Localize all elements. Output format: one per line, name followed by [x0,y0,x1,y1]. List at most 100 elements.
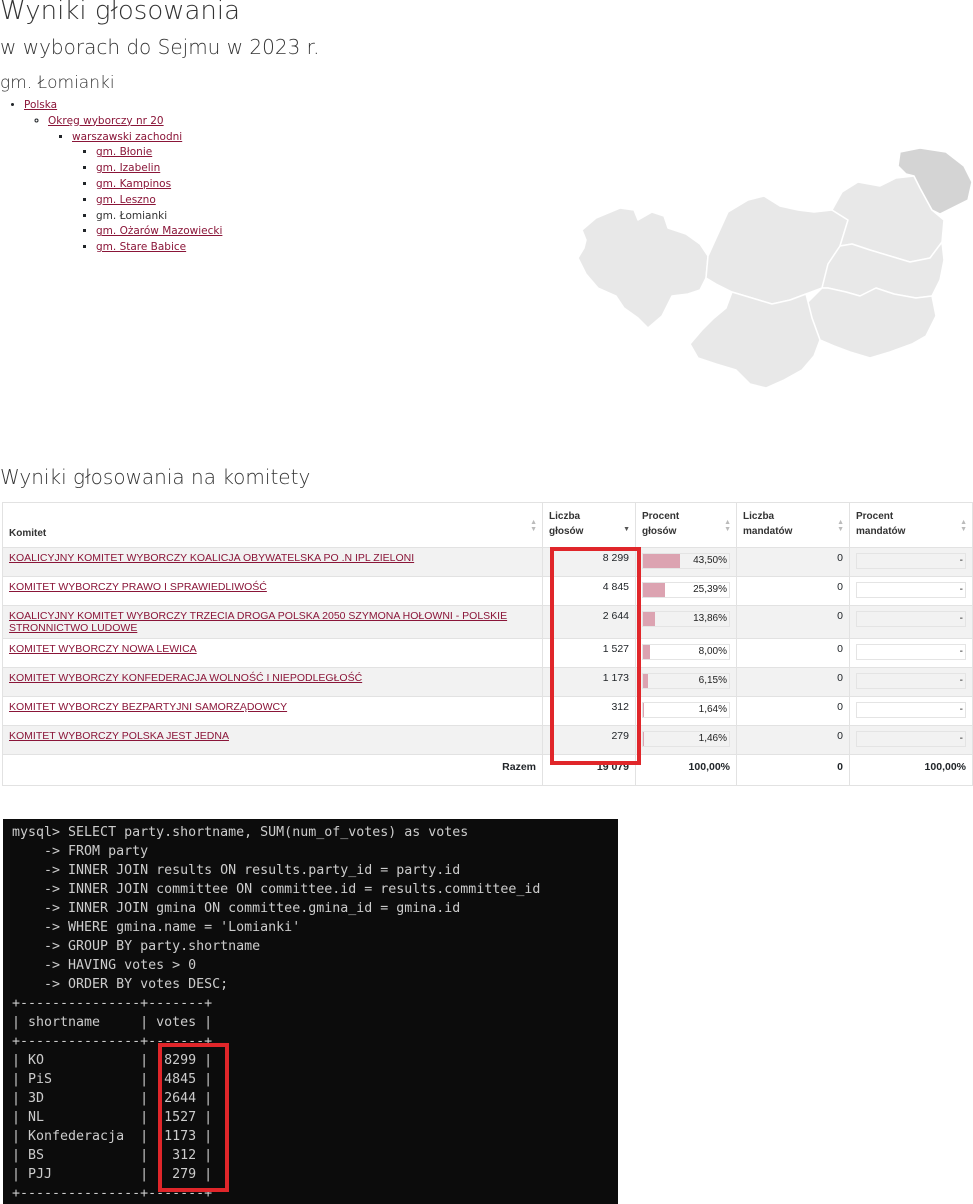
seats-percent-label: - [959,675,963,686]
seats-percent-label: - [959,704,963,715]
percent-cell: 13,86% [635,605,737,639]
gmina-link[interactable]: gm. Ożarów Mazowiecki [96,225,222,237]
seats-cell: 0 [736,696,850,726]
committee-cell: KOMITET WYBORCZY NOWA LEWICA [2,638,543,668]
results-section-title: Wyniki głosowania na komitety [0,465,311,489]
committee-link[interactable]: KOALICYJNY KOMITET WYBORCZY KOALICJA OBY… [9,552,414,564]
committee-cell: KOALICYJNY KOMITET WYBORCZY KOALICJA OBY… [2,547,543,577]
committee-cell: KOMITET WYBORCZY POLSKA JEST JEDNA [2,725,543,755]
percent-label: 13,86% [693,613,727,624]
sort-both-icon: ▲ ▼ [837,519,844,533]
seats-percent-cell: - [849,576,973,606]
col-committee[interactable]: Komitet ▲ ▼ [2,502,543,548]
committee-cell: KOMITET WYBORCZY PRAWO I SPRAWIEDLIWOŚĆ [2,576,543,606]
breadcrumb-county-link[interactable]: warszawski zachodni [72,131,182,143]
percent-bar: 43,50% [642,553,730,569]
seats-percent-cell: - [849,696,973,726]
committee-link[interactable]: KOMITET WYBORCZY NOWA LEWICA [9,643,197,655]
committee-link[interactable]: KOMITET WYBORCZY POLSKA JEST JEDNA [9,730,229,742]
percent-label: 43,50% [693,555,727,566]
gmina-link[interactable]: gm. Stare Babice [96,241,186,253]
table-row: KOMITET WYBORCZY PRAWO I SPRAWIEDLIWOŚĆ 4… [2,576,973,606]
seats-percent-cell: - [849,547,973,577]
seats-percent-label: - [959,584,963,595]
col-votes[interactable]: Liczba głosów ▼ [542,502,636,548]
results-table: Komitet ▲ ▼ Liczba głosów ▼ Procent głosów ▲… [2,502,973,786]
table-row: KOMITET WYBORCZY POLSKA JEST JEDNA 279 1,4… [2,725,973,755]
map-region-blonie[interactable] [577,207,709,329]
page-subtitle: w wyborach do Sejmu w 2023 r. [0,35,320,59]
district-map [577,148,973,389]
sort-both-icon: ▲ ▼ [530,519,537,533]
seats-cell: 0 [736,576,850,606]
gmina-link[interactable]: gm. Leszno [96,194,156,206]
percent-cell: 1,64% [635,696,737,726]
breadcrumb-district-link[interactable]: Okręg wyborczy nr 20 [48,115,164,127]
sort-desc-icon: ▼ [623,526,630,533]
table-row: KOALICYJNY KOMITET WYBORCZY TRZECIA DROG… [2,605,973,639]
percent-cell: 25,39% [635,576,737,606]
seats-percent-bar: - [856,673,966,689]
votes-cell: 8 299 [542,547,636,577]
votes-cell: 2 644 [542,605,636,639]
votes-cell: 279 [542,725,636,755]
seats-percent-label: - [959,555,963,566]
gmina-link[interactable]: gm. Kampinos [96,178,171,190]
percent-bar: 25,39% [642,582,730,598]
gmina-link[interactable]: gm. Błonie [96,146,152,158]
col-seats-percent[interactable]: Procent mandatów ▲ ▼ [849,502,973,548]
seats-percent-bar: - [856,582,966,598]
percent-bar-fill [643,554,681,568]
percent-label: 1,64% [698,704,727,715]
table-row: KOMITET WYBORCZY KONFEDERACJA WOLNOŚĆ I … [2,667,973,697]
total-seats: 0 [736,754,850,786]
percent-bar: 6,15% [642,673,730,689]
votes-cell: 312 [542,696,636,726]
seats-cell: 0 [736,605,850,639]
total-row: Razem 19 079 100,00% 0 100,00% [2,754,973,786]
percent-bar-fill [643,583,665,597]
percent-bar-fill [643,645,650,659]
gmina-link[interactable]: gm. Izabelin [96,162,160,174]
seats-percent-label: - [959,613,963,624]
seats-percent-bar: - [856,644,966,660]
total-percent: 100,00% [635,754,737,786]
seats-cell: 0 [736,547,850,577]
seats-percent-cell: - [849,638,973,668]
col-seats[interactable]: Liczba mandatów ▲ ▼ [736,502,850,548]
table-row: KOALICYJNY KOMITET WYBORCZY KOALICJA OBY… [2,547,973,577]
committee-link[interactable]: KOMITET WYBORCZY BEZPARTYJNI SAMORZĄDOWC… [9,701,287,713]
percent-bar: 1,46% [642,731,730,747]
percent-cell: 8,00% [635,638,737,668]
seats-percent-cell: - [849,667,973,697]
total-label: Razem [2,754,543,786]
percent-label: 25,39% [693,584,727,595]
committee-cell: KOMITET WYBORCZY BEZPARTYJNI SAMORZĄDOWC… [2,696,543,726]
seats-percent-bar: - [856,611,966,627]
sort-both-icon: ▲ ▼ [960,519,967,533]
committee-link[interactable]: KOMITET WYBORCZY PRAWO I SPRAWIEDLIWOŚĆ [9,581,267,593]
seats-cell: 0 [736,667,850,697]
total-seats-percent: 100,00% [849,754,973,786]
seats-percent-bar: - [856,731,966,747]
map-region-stare-babice[interactable] [807,287,937,359]
map-region-ozarow[interactable] [689,291,821,389]
committee-link[interactable]: KOMITET WYBORCZY KONFEDERACJA WOLNOŚĆ I … [9,672,362,684]
votes-cell: 1 173 [542,667,636,697]
votes-cell: 4 845 [542,576,636,606]
committee-cell: KOMITET WYBORCZY KONFEDERACJA WOLNOŚĆ I … [2,667,543,697]
gmina-current: gm. Łomianki [96,209,168,222]
col-percent[interactable]: Procent głosów ▲ ▼ [635,502,737,548]
seats-percent-cell: - [849,605,973,639]
breadcrumb-country-link[interactable]: Polska [24,99,57,111]
page-title: Wyniki głosowania [0,0,241,26]
percent-bar: 8,00% [642,644,730,660]
sort-both-icon: ▲ ▼ [724,519,731,533]
seats-percent-bar: - [856,553,966,569]
mysql-terminal: mysql> SELECT party.shortname, SUM(num_o… [3,819,618,1204]
area-name: gm. Łomianki [0,73,115,93]
table-row: KOMITET WYBORCZY BEZPARTYJNI SAMORZĄDOWC… [2,696,973,726]
votes-cell: 1 527 [542,638,636,668]
percent-cell: 6,15% [635,667,737,697]
committee-link[interactable]: KOALICYJNY KOMITET WYBORCZY TRZECIA DROG… [9,610,507,634]
